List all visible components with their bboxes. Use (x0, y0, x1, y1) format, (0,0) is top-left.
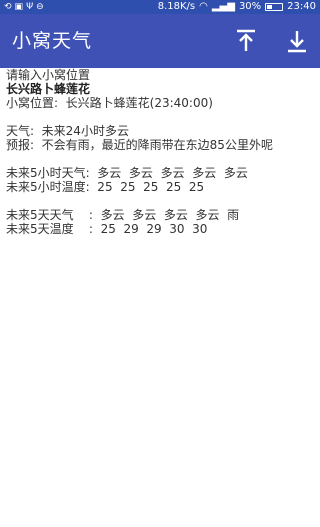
status-right: 8.18K/s ◠ ▂▄▆ 30% 23:40 (158, 0, 316, 14)
download-button[interactable] (279, 23, 315, 59)
location-input-prompt[interactable]: 请输入小窝位置 (6, 68, 316, 82)
hourly-temperature: 未来5小时温度: 25 25 25 25 25 (6, 180, 205, 194)
download-icon (288, 31, 306, 53)
upload-button[interactable] (228, 23, 264, 59)
minus-circle-icon: ⊖ (36, 2, 44, 12)
app-title: 小窝天气 (12, 30, 93, 52)
daily-weather: 未来5天天气 : 多云 多云 多云 多云 雨 (6, 208, 240, 222)
net-speed: 8.18K/s (157, 1, 196, 12)
clock: 23:40 (287, 1, 316, 12)
psi-icon: Ψ (26, 2, 34, 12)
location-name: 长兴路卜蜂莲花 (6, 82, 91, 96)
battery-fill (267, 5, 272, 9)
hourly-weather: 未来5小时天气: 多云 多云 多云 多云 多云 (6, 166, 248, 180)
rain-forecast: 预报: 不会有雨，最近的降雨带在东边85公里外呢 (6, 138, 273, 152)
battery-icon (265, 3, 284, 11)
sync-icon: ⟲ (4, 2, 12, 12)
daily-temperature: 未来5天温度 : 25 29 29 30 30 (6, 222, 208, 236)
image-icon: ▣ (14, 2, 24, 12)
app-bar: 小窝天气 (0, 14, 320, 68)
signal-icon: ▂▄▆ (211, 1, 235, 12)
status-bar: ⟲ ▣ Ψ ⊖ 8.18K/s ◠ ▂▄▆ 30% 23:40 (0, 0, 320, 14)
upload-icon (237, 29, 255, 51)
weather-summary: 天气: 未来24小时多云 (6, 124, 129, 138)
wifi-icon: ◠ (199, 1, 208, 12)
current-location: 小窝位置: 长兴路卜蜂莲花(23:40:00) (6, 96, 213, 110)
status-left-icons: ⟲ ▣ Ψ ⊖ (4, 0, 44, 14)
battery-percent: 30% (238, 1, 262, 12)
weather-content: 请输入小窝位置 长兴路卜蜂莲花 小窝位置: 长兴路卜蜂莲花(23:40:00) … (6, 68, 316, 236)
